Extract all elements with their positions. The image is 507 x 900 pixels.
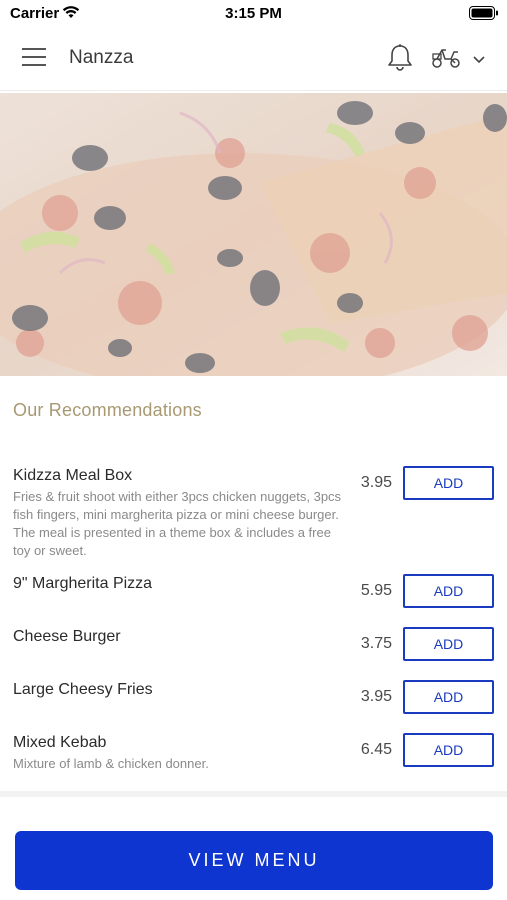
item-description: Fries & fruit shoot with either 3pcs chi… <box>13 489 342 558</box>
item-price: 3.75 <box>360 635 392 652</box>
view-menu-button[interactable]: VIEW MENU <box>15 831 493 890</box>
item-price: 3.95 <box>360 474 392 491</box>
app-header: Nanzza <box>0 28 507 91</box>
hamburger-menu-icon[interactable] <box>22 48 48 70</box>
add-button[interactable]: ADD <box>403 627 494 661</box>
status-bar: Carrier 3:15 PM <box>0 0 507 28</box>
item-name: Kidzza Meal Box <box>13 467 133 484</box>
item-name: Large Cheesy Fries <box>13 681 153 698</box>
item-name: Cheese Burger <box>13 628 121 645</box>
item-price: 6.45 <box>360 741 392 758</box>
chevron-down-icon[interactable] <box>472 52 486 70</box>
battery-icon <box>469 6 499 25</box>
item-name: 9" Margherita Pizza <box>13 575 153 592</box>
item-price: 3.95 <box>360 688 392 705</box>
section-divider <box>0 791 507 797</box>
scooter-icon[interactable] <box>430 46 462 75</box>
add-button[interactable]: ADD <box>403 680 494 714</box>
hero-pizza-image <box>0 93 507 376</box>
add-button[interactable]: ADD <box>403 733 494 767</box>
add-button[interactable]: ADD <box>403 466 494 500</box>
item-description: Mixture of lamb & chicken donner. <box>13 756 209 771</box>
app-title: Nanzza <box>69 47 134 68</box>
bell-icon[interactable] <box>386 43 414 78</box>
clock-label: 3:15 PM <box>225 5 282 22</box>
item-price: 5.95 <box>360 582 392 599</box>
item-name: Mixed Kebab <box>13 734 107 751</box>
recommendations-title: Our Recommendations <box>13 400 202 420</box>
add-button[interactable]: ADD <box>403 574 494 608</box>
